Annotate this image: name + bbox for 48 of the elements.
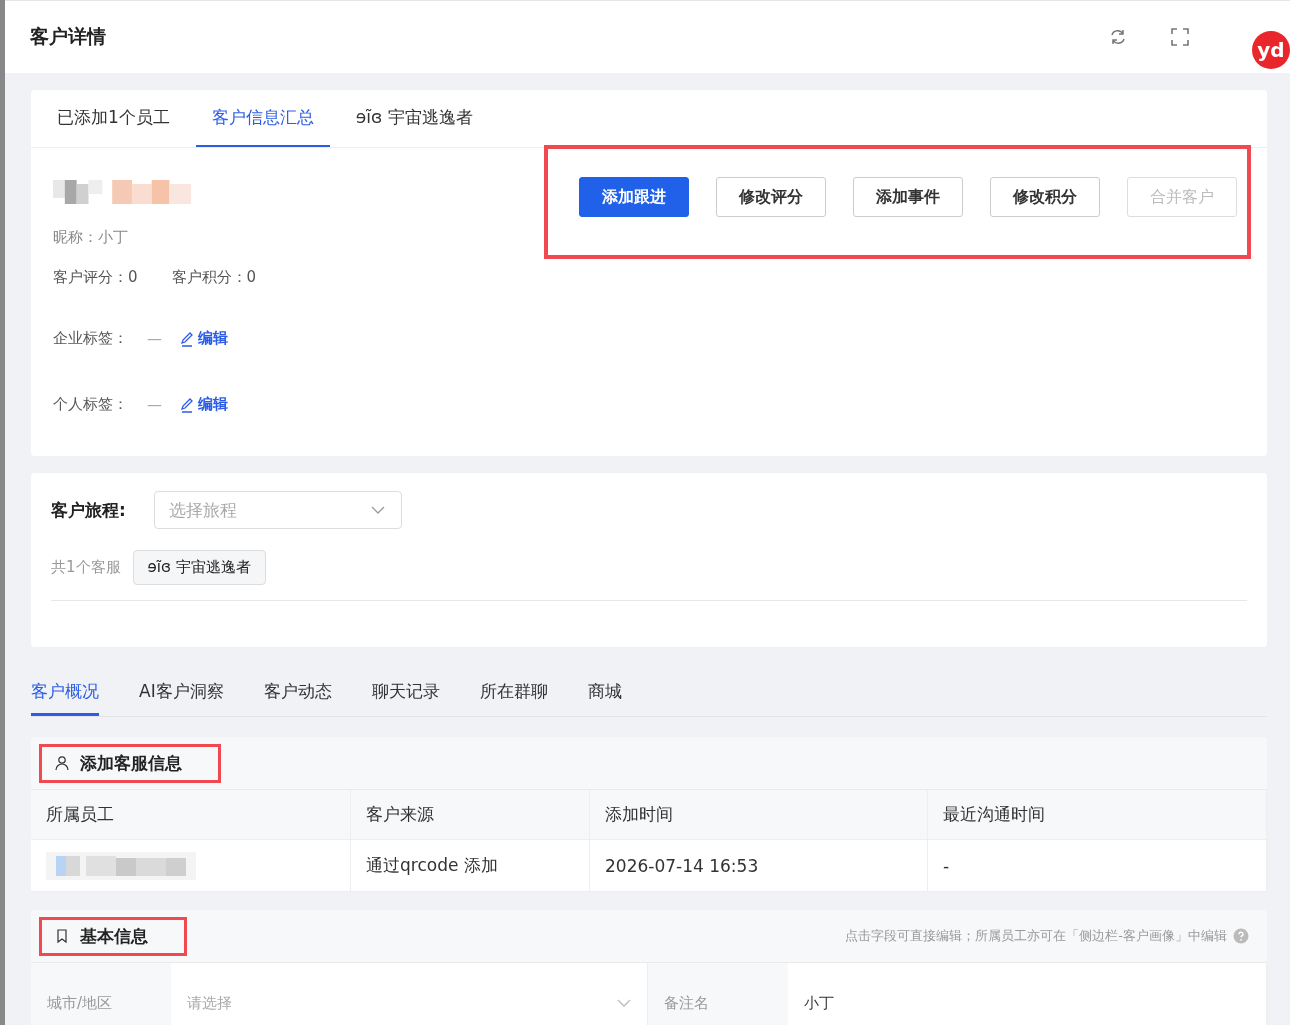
fullscreen-icon[interactable]: [1170, 27, 1190, 47]
table-cell: -: [928, 840, 1267, 892]
tag-value: —: [147, 395, 163, 414]
field-label: 城市/地区: [31, 963, 171, 1025]
section-tab[interactable]: 所在群聊: [479, 669, 548, 716]
column-header: 添加时间: [590, 790, 928, 840]
section-tab[interactable]: 客户动态: [263, 669, 332, 716]
table-cell: 2026-07-14 16:53: [590, 840, 928, 892]
field-label: 备注名: [648, 963, 788, 1025]
points-text: 客户积分：0: [171, 268, 257, 287]
hint-text: 点击字段可直接编辑；所属员工亦可在「侧边栏-客户画像」中编辑: [845, 927, 1227, 945]
section-tab[interactable]: AI客户洞察: [139, 669, 224, 716]
refresh-icon[interactable]: [1108, 27, 1128, 47]
action-button[interactable]: 修改积分: [990, 177, 1100, 217]
section-tab[interactable]: 商城: [587, 669, 622, 716]
edit-link[interactable]: 编辑: [198, 329, 228, 348]
agent-tag: ɘĩɞ 宇宙逃逸者: [132, 550, 266, 585]
table-cell: 通过qrcode 添加: [351, 840, 590, 892]
chevron-icon: [617, 999, 631, 1007]
section-title: 基本信息: [80, 924, 148, 948]
tab[interactable]: 已添加1个员工: [41, 90, 186, 147]
tab[interactable]: 客户信息汇总: [195, 90, 330, 147]
column-header: 客户来源: [351, 790, 590, 840]
user-icon: [54, 755, 70, 771]
nickname-text: 昵称：小丁: [53, 228, 129, 247]
tag-label: 个人标签：: [53, 395, 129, 414]
action-button[interactable]: 添加跟进: [579, 177, 689, 217]
bookmark-icon: [54, 928, 70, 944]
section-tab[interactable]: 聊天记录: [371, 669, 440, 716]
pencil-icon[interactable]: [179, 330, 195, 347]
pencil-icon[interactable]: [179, 396, 195, 413]
page-title: 客户详情: [30, 24, 107, 49]
tag-value: —: [147, 329, 163, 348]
score-text: 客户评分：0: [53, 268, 138, 287]
column-header: 所属员工: [31, 790, 351, 840]
tag-label: 企业标签：: [53, 329, 129, 348]
chevron-icon: [371, 506, 385, 514]
column-header: 最近沟通时间: [928, 790, 1267, 840]
journey-label: 客户旅程:: [51, 498, 127, 522]
field-value[interactable]: 小丁: [788, 963, 1267, 1025]
action-button[interactable]: 添加事件: [853, 177, 963, 217]
tab[interactable]: ɘĩɞ 宇宙逃逸者: [339, 90, 489, 147]
action-button[interactable]: 修改评分: [716, 177, 826, 217]
section-tab[interactable]: 客户概况: [31, 669, 99, 716]
edit-link[interactable]: 编辑: [198, 395, 228, 414]
extension-badge[interactable]: yd: [1252, 31, 1290, 69]
agent-count: 共1个客服: [51, 558, 121, 577]
section-title: 添加客服信息: [80, 751, 182, 775]
